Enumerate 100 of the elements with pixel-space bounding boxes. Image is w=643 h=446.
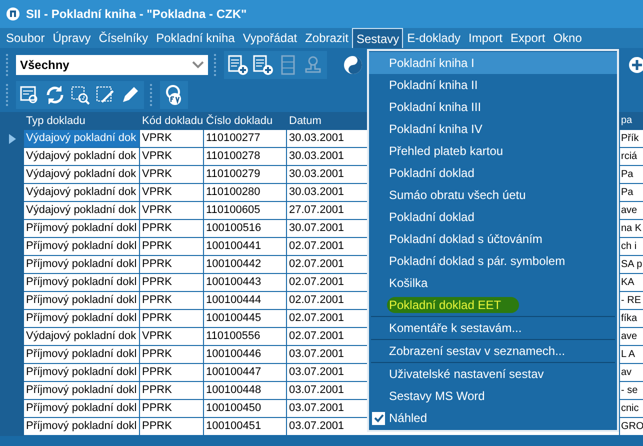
table-cell: Výdajový pokladní dok: [24, 328, 140, 346]
table-cell: PPRK: [140, 418, 204, 436]
table-cell: VPRK: [140, 184, 204, 202]
menu-item[interactable]: Pokladní kniha: [152, 28, 239, 48]
table-cell: Příjmový pokladní dokl: [24, 382, 140, 400]
menu-item[interactable]: Soubor: [2, 28, 49, 48]
table-cell: PPRK: [140, 292, 204, 310]
table-cell: SA p: [620, 256, 643, 274]
table-cell: cnic: [620, 400, 643, 418]
menu-item[interactable]: Pokladní doklad EET: [369, 294, 617, 316]
add-icon[interactable]: [629, 57, 643, 73]
grid-search-icon[interactable]: [69, 84, 91, 106]
table-cell: Pa: [620, 184, 643, 202]
table-cell: KA: [620, 274, 643, 292]
table-cell: 110100605: [204, 202, 287, 220]
document-add-icon[interactable]: [227, 54, 249, 76]
table-cell: av: [620, 364, 643, 382]
table-cell: 100100447: [204, 364, 287, 382]
checkmark-icon: [372, 412, 384, 424]
table-cell: - se: [620, 382, 643, 400]
menu-item[interactable]: E-doklady: [403, 28, 464, 48]
table-cell: Výdajový pokladní dok: [24, 202, 140, 220]
menu-item[interactable]: Košilka: [369, 272, 617, 294]
table-cell: 110100278: [204, 148, 287, 166]
table-cell: ch i: [620, 238, 643, 256]
table-cell: - RE: [620, 292, 643, 310]
column-header[interactable]: Typ dokladu: [24, 112, 140, 130]
chevron-down-icon: [192, 60, 204, 70]
table-cell: PPRK: [140, 220, 204, 238]
table-cell: PPRK: [140, 256, 204, 274]
table-cell: 100100442: [204, 256, 287, 274]
column-header[interactable]: Číslo dokladu: [204, 112, 287, 130]
table-cell: PPRK: [140, 364, 204, 382]
menu-item[interactable]: Uživatelské nastavení sestav: [369, 363, 617, 385]
column-header[interactable]: Kód dokladu: [140, 112, 204, 130]
window-title: SII - Pokladní kniha - "Pokladna - CZK": [26, 7, 247, 21]
table-cell: Příjmový pokladní dokl: [24, 238, 140, 256]
menu-item[interactable]: Číselníky: [94, 28, 152, 48]
table-cell: 100100448: [204, 382, 287, 400]
table-cell: Výdajový pokladní dok: [24, 184, 140, 202]
table-cell: Příjmový pokladní dokl: [24, 292, 140, 310]
table-cell: 110100279: [204, 166, 287, 184]
table-cell: PPRK: [140, 382, 204, 400]
table-cell: 100100444: [204, 292, 287, 310]
table-cell: 100100443: [204, 274, 287, 292]
table-cell: fíka: [620, 310, 643, 328]
table-cell: GRO: [620, 418, 643, 436]
table-cell: VPRK: [140, 130, 204, 148]
table-cell: Pa: [620, 166, 643, 184]
menu-item[interactable]: Export: [506, 28, 550, 48]
column-header[interactable]: pa: [620, 112, 643, 130]
table-cell: Příjmový pokladní dokl: [24, 310, 140, 328]
menu-item[interactable]: Pokladní kniha III: [369, 96, 617, 118]
table-cell: 110100556: [204, 328, 287, 346]
menu-item[interactable]: Sestavy: [352, 28, 404, 48]
menu-item[interactable]: Úpravy: [48, 28, 95, 48]
table-cell: Příjmový pokladní dokl: [24, 256, 140, 274]
table-cell: L A: [620, 346, 643, 364]
menu-item[interactable]: Import: [464, 28, 507, 48]
table-cell: VPRK: [140, 328, 204, 346]
current-row-icon: [8, 134, 16, 144]
table-cell: 100100445: [204, 310, 287, 328]
table-cell: rciá: [620, 148, 643, 166]
table-cell: Výdajový pokladní dok: [24, 166, 140, 184]
table-cell: Příjmový pokladní dokl: [24, 220, 140, 238]
table-cell: 100100451: [204, 418, 287, 436]
table-cell: 100100450: [204, 400, 287, 418]
table-cell: Příjmový pokladní dokl: [24, 418, 140, 436]
table-cell: Výdajový pokladní dok: [24, 130, 140, 148]
yin-yang-icon[interactable]: [343, 55, 363, 75]
table-cell: Příjmový pokladní dokl: [24, 274, 140, 292]
table-cell: PPRK: [140, 238, 204, 256]
table-cell: 100100441: [204, 238, 287, 256]
menu-item[interactable]: Pokladní kniha II: [369, 74, 617, 96]
table-cell: 110100280: [204, 184, 287, 202]
menu-item[interactable]: Zobrazení sestav v seznamech...: [369, 340, 617, 362]
menu-item[interactable]: Zobrazit: [301, 28, 352, 48]
menu-item[interactable]: Komentáře k sestavám...: [369, 317, 617, 339]
table-cell: PPRK: [140, 274, 204, 292]
menu-item[interactable]: Okno: [549, 28, 586, 48]
filter-dropdown[interactable]: Všechny: [16, 55, 208, 75]
table-cell: VPRK: [140, 202, 204, 220]
table-cell: Příjmový pokladní dokl: [24, 400, 140, 418]
table-cell: Přík: [620, 130, 643, 148]
menu-item[interactable]: Pokladní kniha I: [369, 52, 617, 74]
checkbox[interactable]: [372, 412, 385, 424]
table-cell: Příjmový pokladní dokl: [24, 364, 140, 382]
table-cell: PPRK: [140, 310, 204, 328]
table-cell: na K: [620, 220, 643, 238]
refresh-icon[interactable]: [44, 84, 66, 106]
menu-item[interactable]: Vypořádat: [238, 28, 302, 48]
document-add-icon[interactable]: [252, 54, 274, 76]
app-logo-icon: [6, 7, 20, 21]
table-cell: VPRK: [140, 166, 204, 184]
table-cell: ave: [620, 328, 643, 346]
table-cell: 100100446: [204, 346, 287, 364]
table-cell: Příjmový pokladní dokl: [24, 346, 140, 364]
table-cell: PPRK: [140, 400, 204, 418]
table-cell: 110100277: [204, 130, 287, 148]
table-cell: Výdajový pokladní dok: [24, 148, 140, 166]
